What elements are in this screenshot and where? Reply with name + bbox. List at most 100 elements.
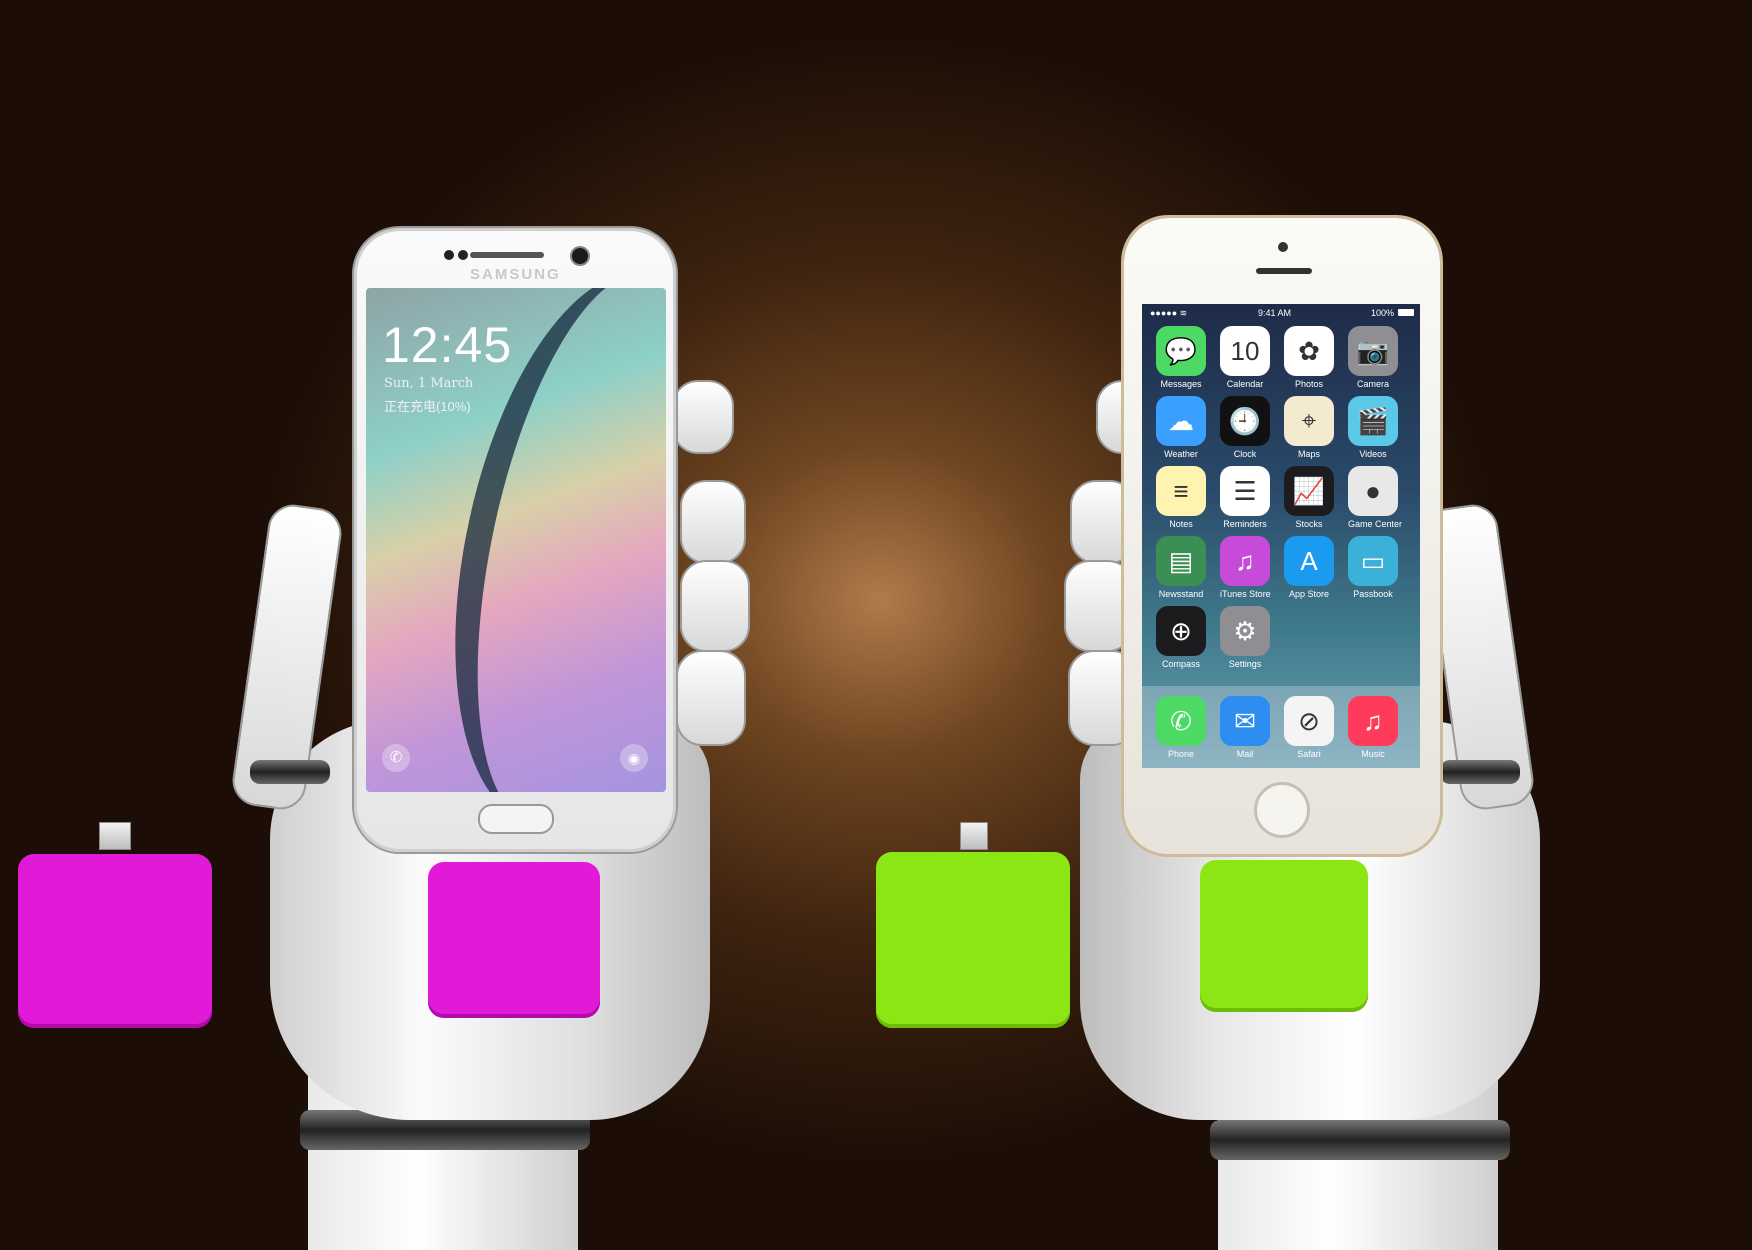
left-robot-finger-2 xyxy=(680,480,746,564)
phone-shortcut-icon[interactable]: ✆ xyxy=(382,744,410,772)
app-label: Settings xyxy=(1228,659,1262,669)
settings-icon: ⚙ xyxy=(1220,606,1270,656)
passbook-app[interactable]: ▭ Passbook xyxy=(1348,536,1398,599)
photos-icon: ✿ xyxy=(1284,326,1334,376)
camera-app[interactable]: 📷 Camera xyxy=(1348,326,1398,389)
compass-icon: ⊕ xyxy=(1156,606,1206,656)
right-robot-wrist-band xyxy=(1210,1120,1510,1160)
app-label: Camera xyxy=(1356,379,1389,389)
reminders-icon: ☰ xyxy=(1220,466,1270,516)
samsung-front-camera xyxy=(570,246,590,266)
reminders-app[interactable]: ☰ Reminders xyxy=(1220,466,1270,529)
stocks-app[interactable]: 📈 Stocks xyxy=(1284,466,1334,529)
battery-percent: 100% xyxy=(1370,308,1394,318)
iphone-home-screen: ●●●●● ≋ 9:41 AM 100% 💬 Messages 10 Calendar… xyxy=(1142,304,1420,768)
notes-app[interactable]: ≡ Notes xyxy=(1156,466,1206,529)
lightning-connector xyxy=(960,822,988,850)
mail-icon: ✉ xyxy=(1220,696,1270,746)
samsung-sensor-left xyxy=(444,250,454,260)
calendar-app[interactable]: 10 Calendar xyxy=(1220,326,1270,389)
app-label: Photos xyxy=(1294,379,1324,389)
iphone-home-button[interactable] xyxy=(1254,782,1310,838)
app-label: Phone xyxy=(1167,749,1195,759)
videos-icon: 🎬 xyxy=(1348,396,1398,446)
iphone-speaker xyxy=(1256,268,1312,274)
newsstand-icon: ▤ xyxy=(1156,536,1206,586)
weather-icon: ☁ xyxy=(1156,396,1206,446)
app-label: Game Center xyxy=(1348,519,1403,529)
app-label: Maps xyxy=(1297,449,1320,459)
maps-icon: ⌖ xyxy=(1284,396,1334,446)
dock-phone-app[interactable]: ✆ Phone xyxy=(1156,696,1206,759)
safari-icon: ⊘ xyxy=(1284,696,1334,746)
passbook-icon: ▭ xyxy=(1348,536,1398,586)
battery-icon xyxy=(1398,309,1414,316)
status-time: 9:41 AM xyxy=(1258,308,1292,318)
maps-app[interactable]: ⌖ Maps xyxy=(1284,396,1334,459)
left-thumb-joint xyxy=(250,760,330,784)
game-center-app[interactable]: ● Game Center xyxy=(1348,466,1403,529)
app-label: Safari xyxy=(1297,749,1321,759)
dock-safari-app[interactable]: ⊘ Safari xyxy=(1284,696,1334,759)
dock-music-app[interactable]: ♫ Music xyxy=(1348,696,1398,759)
music-icon: ♫ xyxy=(1348,696,1398,746)
photos-app[interactable]: ✿ Photos xyxy=(1284,326,1334,389)
samsung-clock: 12:45 xyxy=(382,317,513,373)
calendar-icon: 10 xyxy=(1220,326,1270,376)
app-label: Stocks xyxy=(1295,519,1323,529)
clock-icon: 🕘 xyxy=(1220,396,1270,446)
clock-app[interactable]: 🕘 Clock xyxy=(1220,396,1270,459)
app-label: Calendar xyxy=(1226,379,1264,389)
samsung-home-button[interactable] xyxy=(478,804,554,834)
samsung-brand-logo: SAMSUNG xyxy=(470,266,561,283)
app-label: Videos xyxy=(1359,449,1387,459)
product-photo: { "samsung": { "brand": "SAMSUNG", "time… xyxy=(0,0,1752,1250)
app-label: Passbook xyxy=(1353,589,1393,599)
magenta-power-bank-left xyxy=(18,854,212,1028)
app-label: Newsstand xyxy=(1158,589,1204,599)
newsstand-app[interactable]: ▤ Newsstand xyxy=(1156,536,1206,599)
itunes-store-app[interactable]: ♫ iTunes Store xyxy=(1220,536,1271,599)
right-thumb-joint xyxy=(1440,760,1520,784)
dock-mail-app[interactable]: ✉ Mail xyxy=(1220,696,1270,759)
signal-icon: ●●●●● ≋ xyxy=(1150,308,1188,318)
camera-shortcut-icon[interactable]: ◉ xyxy=(620,744,648,772)
messages-app[interactable]: 💬 Messages xyxy=(1156,326,1206,389)
messages-icon: 💬 xyxy=(1156,326,1206,376)
app-label: iTunes Store xyxy=(1220,589,1271,599)
micro-usb-connector xyxy=(99,822,131,850)
camera-icon: 📷 xyxy=(1348,326,1398,376)
compass-app[interactable]: ⊕ Compass xyxy=(1156,606,1206,669)
app-label: Compass xyxy=(1161,659,1200,669)
weather-app[interactable]: ☁ Weather xyxy=(1156,396,1206,459)
samsung-date: Sun, 1 March xyxy=(384,376,474,391)
stocks-icon: 📈 xyxy=(1284,466,1334,516)
app-label: Reminders xyxy=(1223,519,1267,529)
app-label: Messages xyxy=(1160,379,1202,389)
green-power-bank-left xyxy=(876,852,1070,1028)
samsung-sensor-right xyxy=(458,250,468,260)
app-store-app[interactable]: A App Store xyxy=(1284,536,1334,599)
settings-app[interactable]: ⚙ Settings xyxy=(1220,606,1270,669)
left-robot-finger-4 xyxy=(676,650,746,746)
left-robot-finger-3 xyxy=(680,560,750,652)
app-label: Notes xyxy=(1169,519,1193,529)
app-label: App Store xyxy=(1288,589,1330,599)
itunes-store-icon: ♫ xyxy=(1220,536,1270,586)
app-label: Weather xyxy=(1164,449,1198,459)
left-robot-finger-1 xyxy=(672,380,734,454)
app-label: Mail xyxy=(1236,749,1254,759)
app-label: Clock xyxy=(1233,449,1257,459)
samsung-speaker xyxy=(470,252,544,258)
iphone-dock: ✆ Phone ✉ Mail ⊘ Safari ♫ Music xyxy=(1142,686,1420,768)
notes-icon: ≡ xyxy=(1156,466,1206,516)
game-center-icon: ● xyxy=(1348,466,1398,516)
app-store-icon: A xyxy=(1284,536,1334,586)
videos-app[interactable]: 🎬 Videos xyxy=(1348,396,1398,459)
green-power-bank-docked xyxy=(1200,860,1368,1012)
samsung-lock-screen: 12:45 Sun, 1 March 正在充电(10%) ✆ ◉ xyxy=(366,288,666,792)
phone-icon: ✆ xyxy=(1156,696,1206,746)
magenta-power-bank-docked xyxy=(428,862,600,1018)
iphone-front-camera xyxy=(1278,242,1288,252)
app-label: Music xyxy=(1361,749,1385,759)
